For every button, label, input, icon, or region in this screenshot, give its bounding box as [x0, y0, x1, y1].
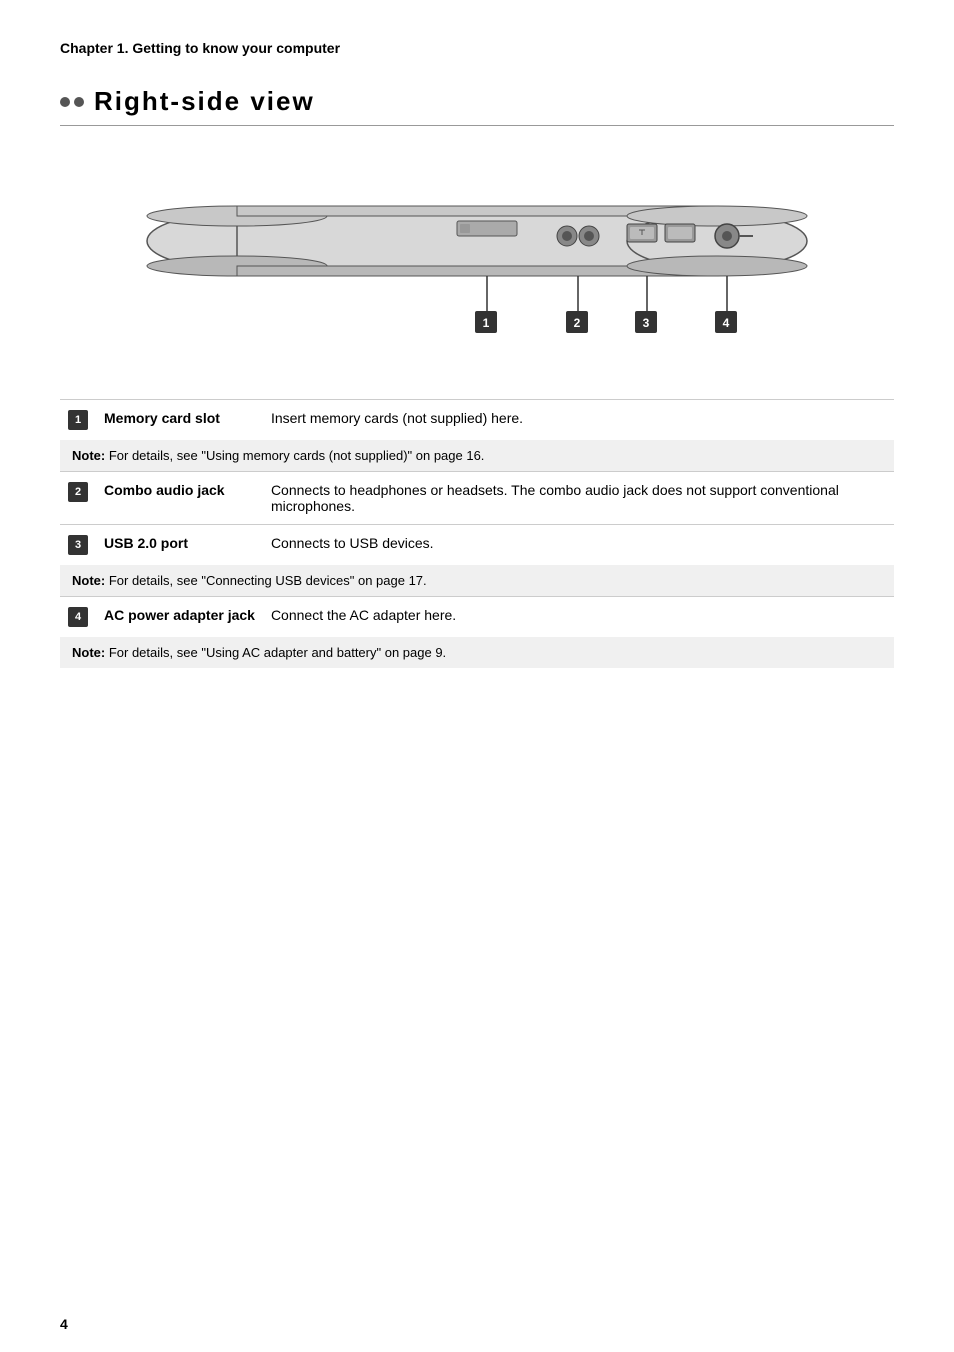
item-name-3: USB 2.0 port: [104, 535, 188, 551]
item-name-cell-3: USB 2.0 port: [96, 525, 263, 566]
item-number-2: 2: [68, 482, 88, 502]
item-desc-2: Connects to headphones or headsets. The …: [263, 472, 894, 525]
table-row: 1 Memory card slot Insert memory cards (…: [60, 400, 894, 441]
item-desc-1: Insert memory cards (not supplied) here.: [263, 400, 894, 441]
item-number-1: 1: [68, 410, 88, 430]
svg-text:1: 1: [483, 316, 490, 330]
diagram-container: 1 2 3 4: [137, 146, 817, 369]
section-title: Right-side view: [94, 86, 315, 117]
item-name-cell-1: Memory card slot: [96, 400, 263, 441]
dot-2: [74, 97, 84, 107]
items-table: 1 Memory card slot Insert memory cards (…: [60, 399, 894, 668]
note-text-3: Note: For details, see "Connecting USB d…: [72, 573, 427, 588]
badge-cell-2: 2: [60, 472, 96, 525]
note-row-1: Note: For details, see "Using memory car…: [60, 440, 894, 472]
note-row-3: Note: For details, see "Connecting USB d…: [60, 565, 894, 597]
item-name-cell-2: Combo audio jack: [96, 472, 263, 525]
item-number-3: 3: [68, 535, 88, 555]
chapter-title: Chapter 1. Getting to know your computer: [60, 40, 894, 56]
note-text-1: Note: For details, see "Using memory car…: [72, 448, 484, 463]
table-row: 3 USB 2.0 port Connects to USB devices.: [60, 525, 894, 566]
svg-text:3: 3: [643, 316, 650, 330]
note-row-4: Note: For details, see "Using AC adapter…: [60, 637, 894, 668]
badge-cell-1: 1: [60, 400, 96, 441]
laptop-diagram: 1 2 3 4: [137, 146, 817, 366]
table-row: 2 Combo audio jack Connects to headphone…: [60, 472, 894, 525]
item-name-2: Combo audio jack: [104, 482, 225, 498]
note-cell-3: Note: For details, see "Connecting USB d…: [60, 565, 894, 597]
badge-cell-3: 3: [60, 525, 96, 566]
note-cell-1: Note: For details, see "Using memory car…: [60, 440, 894, 472]
item-desc-4: Connect the AC adapter here.: [263, 597, 894, 638]
item-name-4: AC power adapter jack: [104, 607, 255, 623]
note-cell-4: Note: For details, see "Using AC adapter…: [60, 637, 894, 668]
svg-text:4: 4: [723, 316, 730, 330]
item-name-1: Memory card slot: [104, 410, 220, 426]
table-row: 4 AC power adapter jack Connect the AC a…: [60, 597, 894, 638]
dot-1: [60, 97, 70, 107]
page-number: 4: [60, 1316, 68, 1332]
section-dots: [60, 97, 84, 107]
svg-text:2: 2: [574, 316, 581, 330]
item-number-4: 4: [68, 607, 88, 627]
badge-cell-4: 4: [60, 597, 96, 638]
item-desc-3: Connects to USB devices.: [263, 525, 894, 566]
section-header: Right-side view: [60, 86, 894, 126]
note-text-4: Note: For details, see "Using AC adapter…: [72, 645, 446, 660]
item-name-cell-4: AC power adapter jack: [96, 597, 263, 638]
